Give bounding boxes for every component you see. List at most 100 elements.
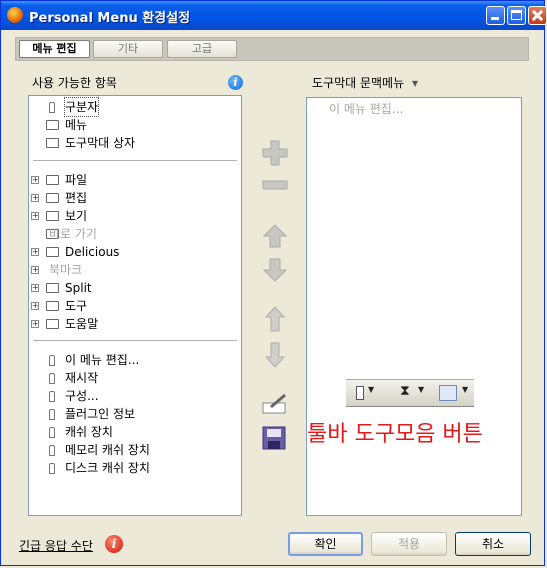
expand-icon[interactable]: + xyxy=(31,176,39,184)
bookmark-icon xyxy=(49,391,55,402)
separator xyxy=(33,340,237,341)
list-item[interactable]: + 파일 xyxy=(29,171,241,189)
available-items-list[interactable]: 구분자 메뉴 도구막대 상자 + 파일 + 편집 + 보기 바로 가기 + De… xyxy=(28,95,242,516)
chevron-down-icon: ▼ xyxy=(368,385,375,394)
item-label: 북마크 xyxy=(49,263,83,277)
item-label: Split xyxy=(65,281,92,295)
list-item[interactable]: 구분자 xyxy=(29,97,241,117)
item-label: 메뉴 xyxy=(65,118,88,132)
emergency-link[interactable]: 긴급 응답 수단 xyxy=(19,537,93,554)
firefox-icon xyxy=(7,7,23,23)
help-icon[interactable]: i xyxy=(105,535,123,553)
item-label: 도구 xyxy=(65,299,88,313)
expand-icon[interactable]: + xyxy=(31,212,39,220)
ok-button[interactable]: 확인 xyxy=(288,532,363,556)
edit-icon[interactable] xyxy=(262,393,286,414)
list-item: + 북마크 xyxy=(29,261,241,279)
chevron-down-icon: ▼ xyxy=(418,385,425,394)
item-label: 파일 xyxy=(65,173,88,187)
list-item[interactable]: + Delicious xyxy=(29,243,241,261)
tab-menu-edit[interactable]: 메뉴 편집 xyxy=(19,40,90,58)
item-label: 디스크 캐쉬 장치 xyxy=(65,461,150,475)
item-label: 바로 가기 xyxy=(49,227,97,241)
minimize-button[interactable] xyxy=(486,6,505,25)
apply-button[interactable]: 적용 xyxy=(371,532,447,556)
target-menu-list[interactable]: 이 메뉴 편집... xyxy=(306,97,522,516)
list-item[interactable]: 이 메뉴 편집... xyxy=(29,351,241,369)
list-item[interactable]: 메뉴 xyxy=(29,116,241,134)
info-icon[interactable]: i xyxy=(228,75,243,90)
tab-advanced[interactable]: 고급 xyxy=(167,40,237,58)
save-icon[interactable] xyxy=(262,426,286,450)
chevron-down-icon: ▾ xyxy=(411,76,418,90)
maximize-button[interactable] xyxy=(507,6,526,25)
remove-icon[interactable] xyxy=(262,180,288,190)
folder-icon xyxy=(46,175,59,185)
hourglass-icon: ⧗ xyxy=(400,383,410,399)
bookmark-icon xyxy=(49,373,55,384)
context-menu-label: 도구막대 문맥메뉴 xyxy=(312,76,405,90)
add-icon[interactable] xyxy=(262,140,288,166)
context-menu-heading[interactable]: 도구막대 문맥메뉴 ▾ xyxy=(312,74,418,91)
bookmark-icon xyxy=(49,463,55,474)
list-item[interactable]: 도구막대 상자 xyxy=(29,134,241,152)
tab-misc[interactable]: 기타 xyxy=(93,40,163,58)
list-item[interactable]: + 보기 xyxy=(29,207,241,225)
separator xyxy=(33,160,237,161)
item-label: Delicious xyxy=(65,245,120,259)
folder-icon xyxy=(46,138,59,148)
list-item[interactable]: + 도구 xyxy=(29,297,241,315)
list-item[interactable]: 캐쉬 장치 xyxy=(29,423,241,441)
expand-icon[interactable]: + xyxy=(31,194,39,202)
bookmark-icon xyxy=(49,102,55,113)
list-item[interactable]: + 편집 xyxy=(29,189,241,207)
expand-icon[interactable]: + xyxy=(31,284,39,292)
bookmark-icon xyxy=(49,445,55,456)
folder-icon xyxy=(46,193,59,203)
folder-icon xyxy=(46,247,59,257)
list-item: 바로 가기 xyxy=(29,225,241,243)
list-item[interactable]: 구성... xyxy=(29,387,241,405)
expand-icon[interactable]: + xyxy=(31,266,39,274)
folder-icon xyxy=(46,283,59,293)
toolbar-preview: ▼ ⧗ ▼ ▼ xyxy=(346,379,474,407)
chevron-down-icon: ▼ xyxy=(462,385,469,394)
expand-icon[interactable]: + xyxy=(31,248,39,256)
list-item[interactable]: + Split xyxy=(29,279,241,297)
item-label: 캐쉬 장치 xyxy=(65,425,113,439)
list-item[interactable]: + 도움말 xyxy=(29,315,241,333)
item-label: 이 메뉴 편집... xyxy=(65,353,140,367)
close-button[interactable] xyxy=(528,6,547,25)
item-label: 편집 xyxy=(65,191,88,205)
item-label: 플러그인 정보 xyxy=(65,407,136,421)
expand-icon[interactable]: + xyxy=(31,302,39,310)
bookmark-icon xyxy=(49,355,55,366)
folder-icon xyxy=(46,120,59,130)
window-icon xyxy=(439,385,457,401)
expand-icon[interactable]: + xyxy=(31,320,39,328)
move-up-icon[interactable] xyxy=(262,224,288,248)
move-down-icon[interactable] xyxy=(262,258,288,282)
item-label: 보기 xyxy=(65,209,88,223)
bookmark-icon xyxy=(49,427,55,438)
list-item[interactable]: 메모리 캐쉬 장치 xyxy=(29,441,241,459)
list-item[interactable]: 디스크 캐쉬 장치 xyxy=(29,459,241,477)
cancel-button[interactable]: 취소 xyxy=(455,532,531,556)
item-label: 재시작 xyxy=(65,371,99,385)
preferences-window: Personal Menu 환경설정 메뉴 편집 기타 고급 사용 가능한 항목… xyxy=(0,0,547,566)
toolbar-buttons-caption: 툴바 도구모음 버튼 xyxy=(307,422,483,447)
item-label: 메모리 캐쉬 장치 xyxy=(65,443,150,457)
available-items-heading: 사용 가능한 항목 xyxy=(32,76,117,90)
title-bar[interactable]: Personal Menu 환경설정 xyxy=(1,1,547,30)
move-up-level-icon[interactable] xyxy=(264,306,286,332)
list-item[interactable]: 재시작 xyxy=(29,369,241,387)
bookmark-icon xyxy=(49,409,55,420)
tab-bar: 메뉴 편집 기타 고급 xyxy=(15,37,529,61)
folder-icon xyxy=(46,319,59,329)
bookmark-icon xyxy=(356,386,364,400)
maximize-icon xyxy=(511,10,522,20)
middle-controls xyxy=(262,140,288,450)
move-down-level-icon[interactable] xyxy=(264,342,286,368)
folder-icon xyxy=(46,211,59,221)
list-item[interactable]: 플러그인 정보 xyxy=(29,405,241,423)
